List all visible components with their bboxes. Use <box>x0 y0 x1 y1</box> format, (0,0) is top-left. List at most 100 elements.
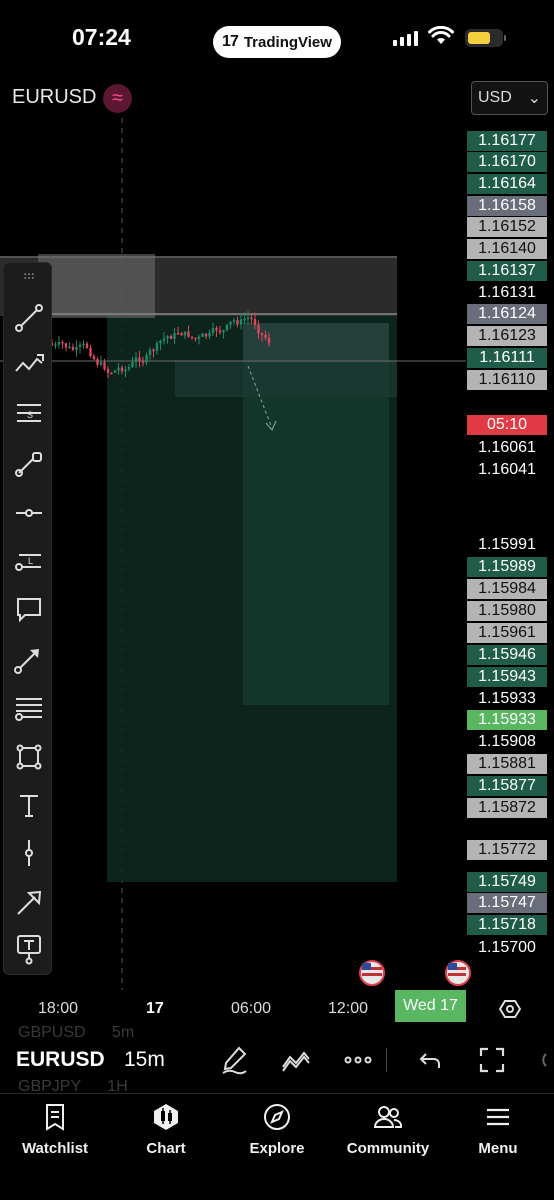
parallel-channel-tool-icon[interactable] <box>4 685 53 729</box>
current-day-badge: Wed 17 <box>395 990 466 1022</box>
nav-label: Chart <box>146 1140 186 1157</box>
candle-body <box>71 346 75 350</box>
price-level-tag: 1.15877 <box>467 776 547 796</box>
candle-body <box>89 347 92 357</box>
price-level-tag: 1.15946 <box>467 645 547 665</box>
range-box-highlight <box>38 254 155 318</box>
candle-body <box>232 320 236 322</box>
price-level-tag: 1.15984 <box>467 579 547 599</box>
time-label: 06:00 <box>231 1000 272 1017</box>
candle-body <box>162 338 166 341</box>
symbol-selector[interactable]: EURUSD <box>16 1048 105 1072</box>
candle-body <box>201 333 204 337</box>
candle-body <box>82 343 85 345</box>
price-level-tag: 1.16140 <box>467 239 547 259</box>
price-level-tag: 1.16061 <box>478 439 536 456</box>
redo-icon[interactable] <box>530 1042 554 1078</box>
candle-body <box>103 362 106 370</box>
candle-body <box>229 321 232 325</box>
candle-body <box>113 370 117 373</box>
nav-label: Menu <box>478 1140 518 1157</box>
indicators-icon[interactable] <box>276 1042 316 1078</box>
compass-icon <box>264 1104 290 1130</box>
vertical-line-tool-icon[interactable] <box>4 831 53 875</box>
text-tool-icon[interactable] <box>4 783 53 827</box>
price-level-tag: 1.16158 <box>467 196 547 216</box>
candle-body <box>148 349 152 355</box>
trend-line-tool-icon[interactable] <box>4 296 53 340</box>
candle-body <box>173 333 176 340</box>
time-axis[interactable]: 18:00 17 06:00 12:00 Wed 17 <box>0 990 554 1026</box>
nav-label: Community <box>346 1140 430 1157</box>
candle-body <box>260 333 264 335</box>
chart-symbol[interactable]: EURUSD <box>12 86 96 109</box>
gear-icon[interactable] <box>499 998 521 1020</box>
price-level-tag: 1.15933 <box>467 710 547 730</box>
callout-tool-icon[interactable] <box>4 587 53 631</box>
arrow-marker-tool-icon[interactable] <box>4 637 53 681</box>
candle-body <box>264 334 267 338</box>
fullscreen-icon[interactable] <box>472 1042 512 1078</box>
price-level-tag: 1.15980 <box>467 601 547 621</box>
price-level-tag: 1.15991 <box>478 536 536 553</box>
arrow-tool-icon[interactable] <box>4 881 53 925</box>
candle-body <box>85 343 89 348</box>
status-bar: 07:24 17 TradingView <box>0 0 554 80</box>
nav-menu[interactable]: Menu <box>443 1102 553 1157</box>
price-level-tag: 1.15989 <box>467 557 547 577</box>
price-level-tag: 1.15747 <box>467 893 547 913</box>
anchored-text-tool-icon[interactable] <box>4 927 53 971</box>
candle-body <box>78 344 82 347</box>
undo-icon[interactable] <box>410 1042 450 1078</box>
pattern-tool-icon[interactable] <box>4 343 53 387</box>
currency-select[interactable]: USD ⌄ <box>471 81 548 115</box>
candle-body <box>75 346 78 350</box>
status-time: 07:24 <box>72 24 131 50</box>
hamburger-icon <box>487 1108 509 1126</box>
us-event-flag-icon <box>359 960 385 986</box>
us-event-flag-icon-2 <box>445 960 471 986</box>
app-pill[interactable]: 17 TradingView <box>213 26 341 58</box>
price-level-tag: 1.15700 <box>478 939 536 956</box>
nav-label: Explore <box>249 1140 305 1157</box>
candle-body <box>243 318 246 321</box>
more-options-icon[interactable] <box>338 1042 378 1078</box>
candle-body <box>106 369 110 373</box>
fib-retracement-tool-icon[interactable]: S <box>4 391 53 435</box>
nav-explore[interactable]: Explore <box>222 1102 332 1157</box>
bottom-nav: Watchlist Chart Explore Community Menu <box>0 1093 554 1200</box>
nav-chart[interactable]: Chart <box>111 1102 221 1157</box>
people-icon <box>373 1106 403 1128</box>
tradingview-logo-icon: 17 <box>222 33 239 50</box>
candle-body <box>218 330 222 333</box>
candle-body <box>127 366 131 370</box>
candle-body <box>197 336 201 339</box>
candle-body <box>176 333 180 335</box>
ray-tool-icon[interactable] <box>4 441 53 485</box>
nav-community[interactable]: Community <box>333 1102 443 1157</box>
candle-body <box>211 328 215 333</box>
horizontal-line-tool-icon[interactable] <box>4 491 53 535</box>
bookmark-icon <box>46 1104 64 1131</box>
candle-body <box>180 333 183 336</box>
candle-body <box>253 319 257 325</box>
pink-wave-icon[interactable]: ≈ <box>103 84 132 113</box>
drawing-toolbar: S L <box>3 262 52 975</box>
interval-selector[interactable]: 15m <box>124 1048 165 1072</box>
toolbar-drag-handle-icon[interactable] <box>4 263 53 289</box>
candle-body <box>57 341 61 345</box>
candle-body <box>267 337 271 344</box>
toolbar-divider <box>380 1042 392 1078</box>
draw-pen-icon[interactable] <box>214 1042 254 1078</box>
nav-watchlist[interactable]: Watchlist <box>0 1102 110 1157</box>
horizontal-ray-tool-icon[interactable]: L <box>4 539 53 583</box>
candle-body <box>187 331 190 337</box>
candle-body <box>134 357 138 363</box>
candle-body <box>120 367 124 372</box>
price-level-tag: 1.15881 <box>467 754 547 774</box>
candle-body <box>110 372 113 375</box>
chevron-down-icon: ⌄ <box>527 90 541 107</box>
rectangle-tool-icon[interactable] <box>4 735 53 779</box>
app-pill-label: TradingView <box>243 33 332 51</box>
candle-body <box>159 340 162 344</box>
